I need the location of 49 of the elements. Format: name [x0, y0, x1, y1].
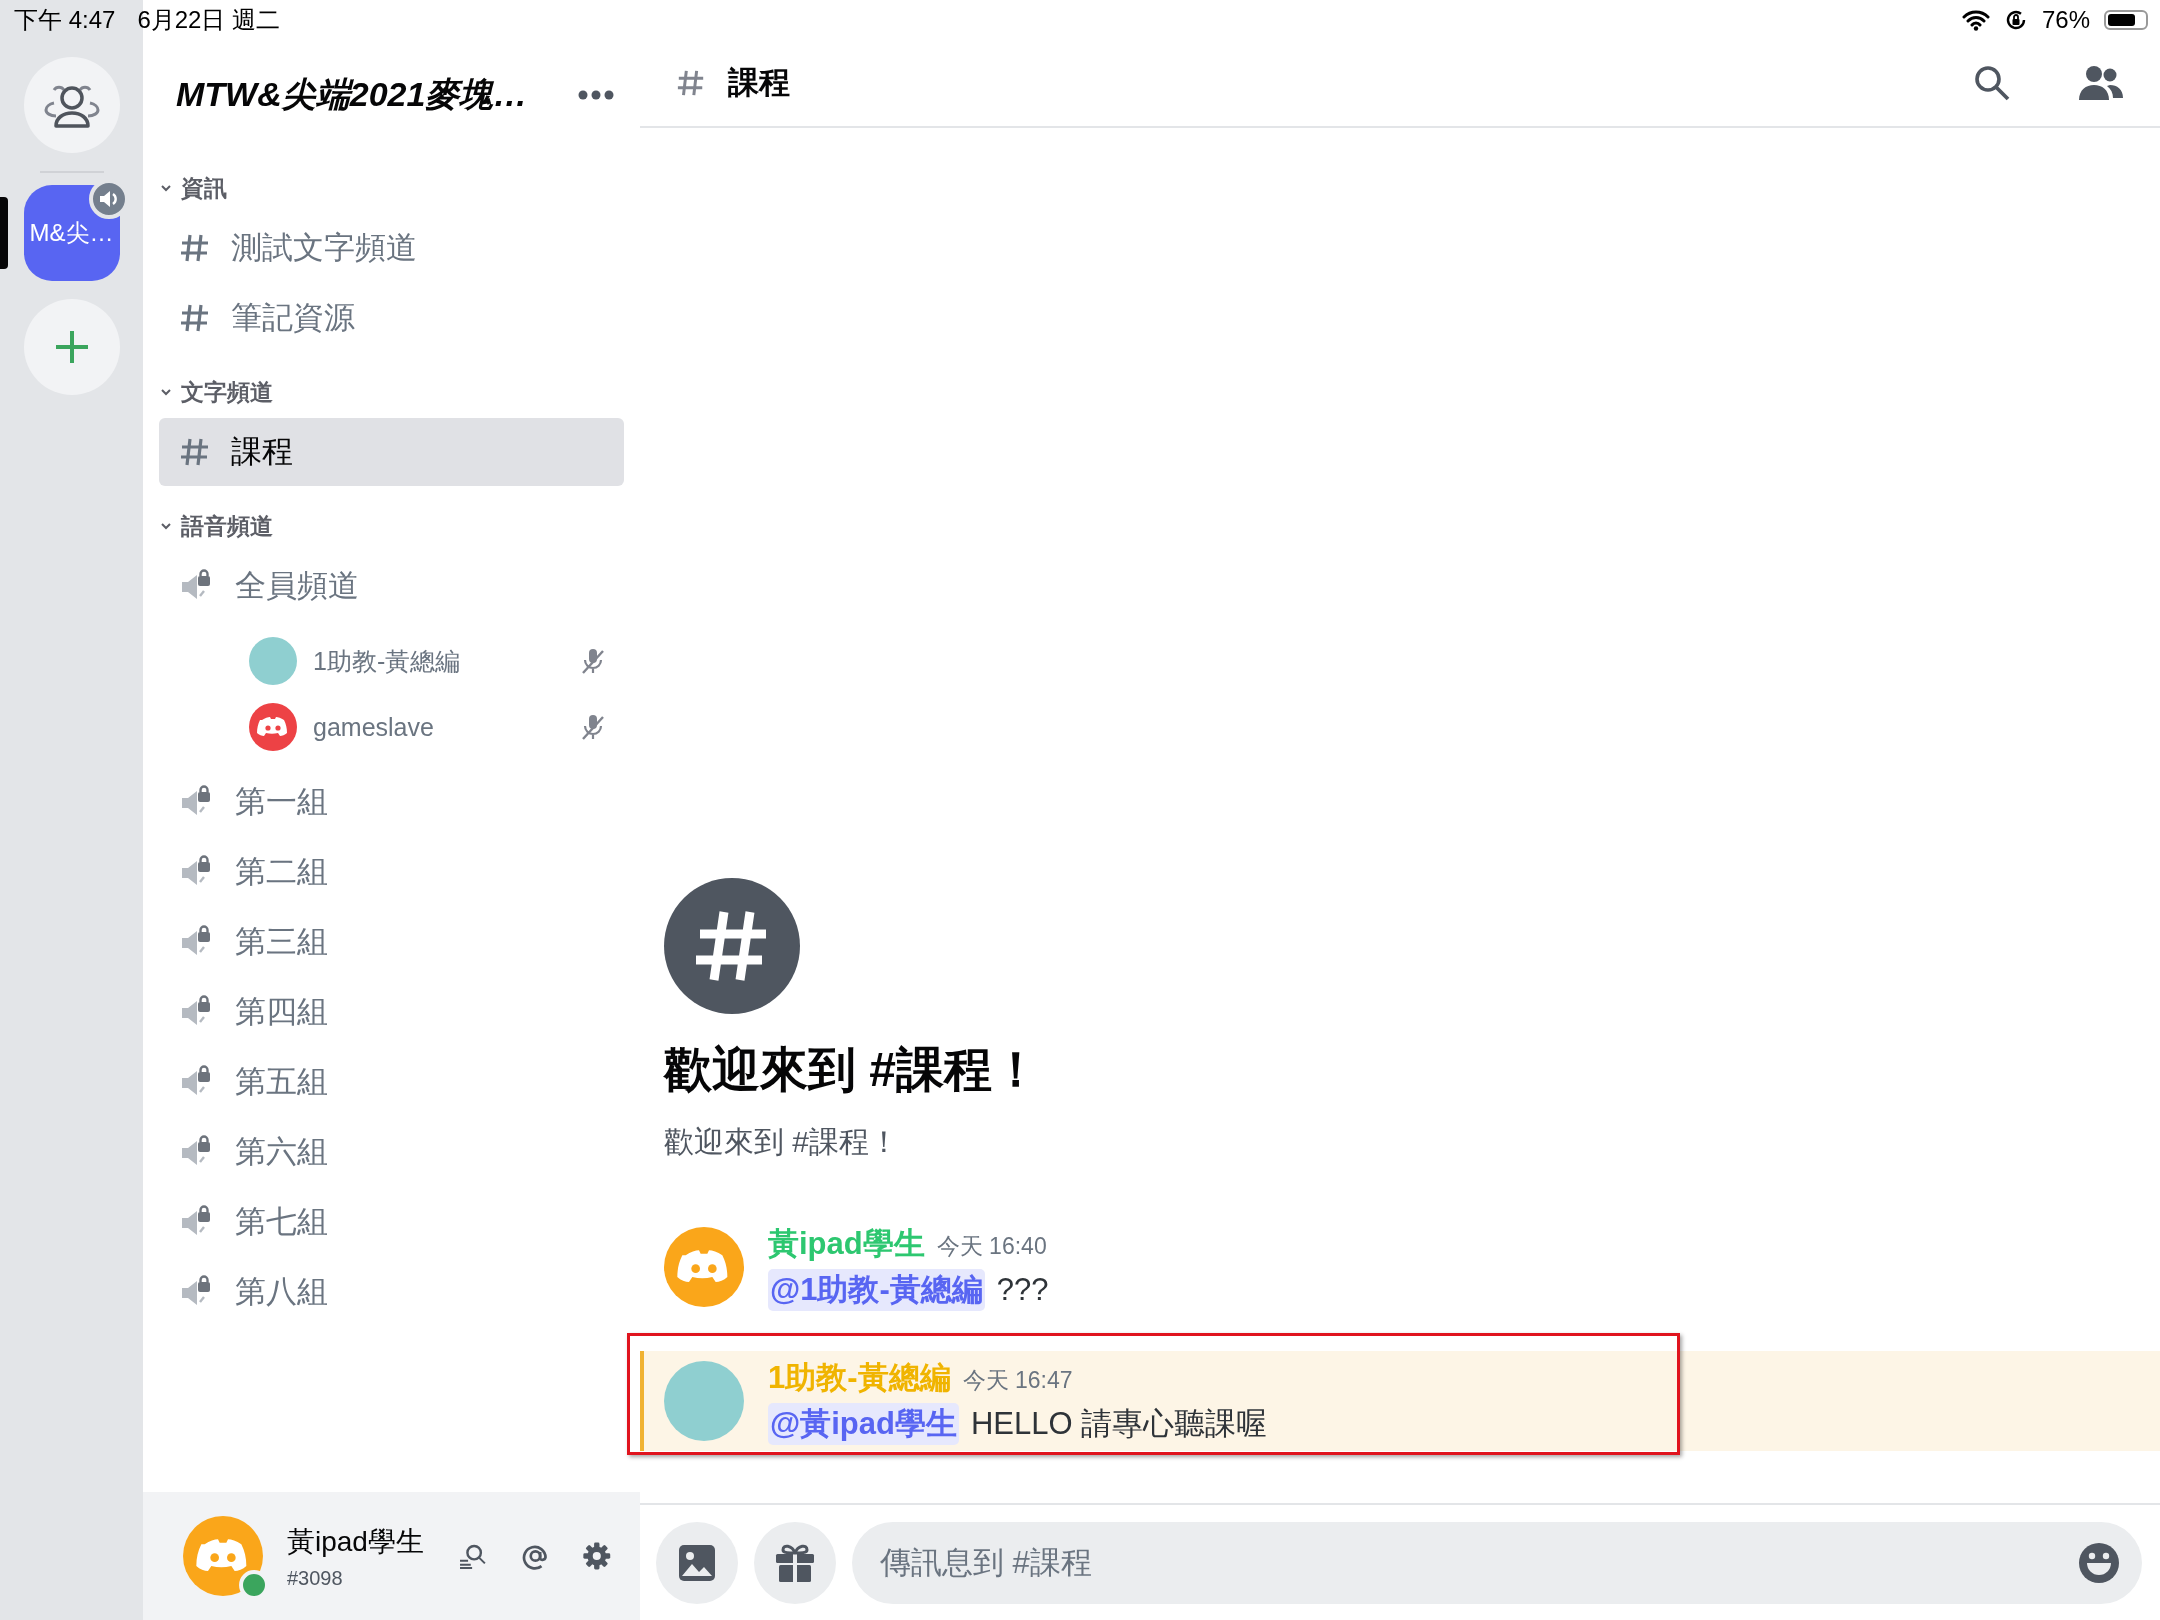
user-avatar-icon[interactable]	[183, 1516, 263, 1596]
gift-icon	[774, 1542, 816, 1583]
channel-item[interactable]: 第六組	[159, 1118, 624, 1186]
channel-item[interactable]: 第四組	[159, 978, 624, 1046]
user-tag: #3098	[287, 1566, 424, 1590]
voice-member-name[interactable]: gameslave	[313, 712, 564, 742]
status-date: 6月22日 週二	[137, 5, 281, 35]
channel-item[interactable]: 第三組	[159, 908, 624, 976]
search-icon[interactable]	[1972, 63, 2012, 103]
channel-item[interactable]: 全員頻道	[159, 552, 624, 620]
hash-icon	[179, 436, 211, 468]
message-input-field[interactable]: 傳訊息到 #課程	[852, 1521, 2142, 1604]
hash-icon	[676, 68, 706, 98]
mention-link[interactable]: @1助教-黃總編	[768, 1269, 985, 1311]
channel-item[interactable]: 第八組	[159, 1258, 624, 1326]
category-label[interactable]: 文字頻道	[181, 376, 273, 408]
hash-icon	[179, 302, 211, 334]
battery-percent: 76%	[2041, 6, 2090, 34]
channel-item[interactable]: 第五組	[159, 1048, 624, 1116]
server-icon[interactable]: M&尖…	[23, 185, 120, 281]
channel-item[interactable]: 第二組	[159, 838, 624, 906]
message-time: 今天 16:47	[962, 1366, 1073, 1395]
status-time: 下午 4:47	[14, 5, 116, 35]
message-text: ???	[996, 1272, 1049, 1308]
battery-icon	[2104, 10, 2148, 30]
message-text: HELLO 請專心聽課喔	[970, 1405, 1268, 1443]
channel-item[interactable]: 第七組	[159, 1188, 624, 1256]
wifi-icon	[1961, 9, 1990, 31]
mention-link[interactable]: @黃ipad學生	[768, 1403, 959, 1445]
category-label[interactable]: 語音頻道	[181, 510, 273, 542]
members-icon[interactable]	[2078, 65, 2124, 101]
channel-item[interactable]: 課程	[159, 418, 624, 486]
channel-title: 課程	[728, 64, 790, 102]
more-options-icon[interactable]	[578, 90, 614, 100]
hash-icon	[179, 232, 211, 264]
message-time: 今天 16:40	[936, 1232, 1047, 1261]
server-name[interactable]: MTW&尖端2021麥塊…	[176, 72, 528, 118]
welcome-title: 歡迎來到 #課程！	[664, 1042, 1042, 1098]
category-label[interactable]: 資訊	[181, 172, 227, 204]
hash-badge-icon	[664, 878, 800, 1014]
image-icon	[677, 1542, 717, 1583]
channel-item[interactable]: 筆記資源	[159, 284, 624, 352]
user-name: 黃ipad學生	[287, 1524, 424, 1559]
voice-member-name[interactable]: 1助教-黃總編	[313, 644, 564, 678]
channel-item[interactable]: 第一組	[159, 768, 624, 836]
welcome-subtitle: 歡迎來到 #課程！	[664, 1124, 901, 1160]
avatar-photo-placeholder	[249, 637, 297, 685]
channel-item[interactable]: 測試文字頻道	[159, 214, 624, 282]
emoji-icon[interactable]	[2078, 1541, 2120, 1584]
